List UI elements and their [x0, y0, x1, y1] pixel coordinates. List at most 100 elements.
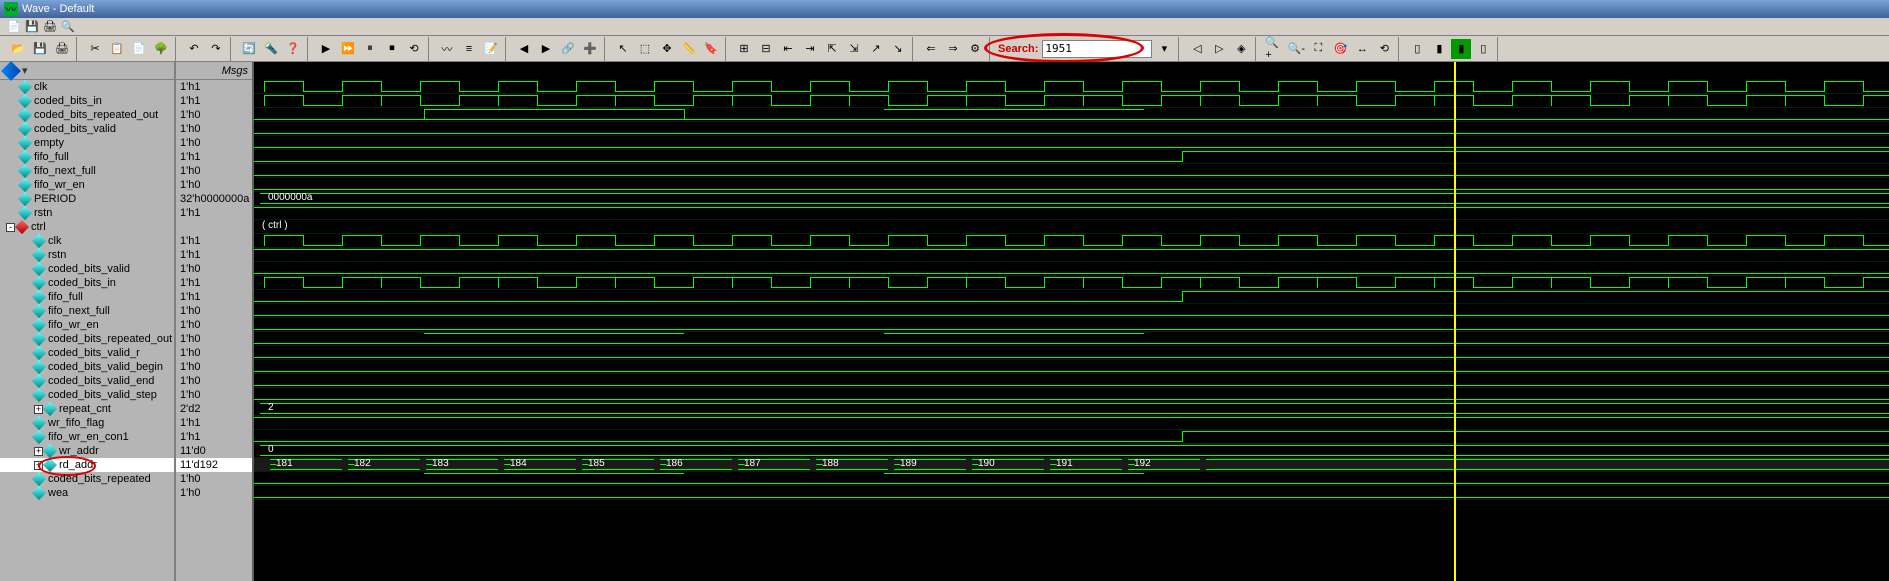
- signal-row-wea[interactable]: wea: [0, 486, 174, 500]
- wave-row-coded_bits_valid[interactable]: [254, 262, 1889, 276]
- jump-next-button[interactable]: ⇒: [943, 39, 963, 59]
- signal-row-rstn[interactable]: rstn: [0, 248, 174, 262]
- wave-row-wea[interactable]: [254, 486, 1889, 500]
- add-log-button[interactable]: 📝: [481, 39, 501, 59]
- signal-row-rstn[interactable]: rstn: [0, 206, 174, 220]
- signal-row-rd_addr[interactable]: +rd_addr: [0, 458, 174, 472]
- wave-row-coded_bits_repeated[interactable]: [254, 472, 1889, 486]
- jump-config-button[interactable]: ⚙: [965, 39, 985, 59]
- wave-row-repeat_cnt[interactable]: 2: [254, 402, 1889, 416]
- wave-row-wr_addr[interactable]: 0: [254, 444, 1889, 458]
- open-button[interactable]: 📂: [8, 39, 28, 59]
- wave-row-coded_bits_valid_step[interactable]: [254, 388, 1889, 402]
- layout-2-button[interactable]: ▮: [1429, 39, 1449, 59]
- jump-prev-button[interactable]: ⇐: [921, 39, 941, 59]
- rising-edge-button[interactable]: ↗: [866, 39, 886, 59]
- signal-row-coded_bits_repeated[interactable]: coded_bits_repeated: [0, 472, 174, 486]
- collapse-button[interactable]: ⊟: [756, 39, 776, 59]
- bookmark-button[interactable]: 🔖: [701, 39, 721, 59]
- wave-rows[interactable]: 0000000a ( ctrl ) 2 01811821831841851861871…: [254, 80, 1889, 500]
- search-dropdown-button[interactable]: ▾: [1154, 39, 1174, 59]
- wave-row-clk[interactable]: [254, 234, 1889, 248]
- wave-row-coded_bits_repeated_out[interactable]: [254, 108, 1889, 122]
- cursor-link-button[interactable]: 🔗: [558, 39, 578, 59]
- paste-button[interactable]: 📄: [129, 39, 149, 59]
- zoom-out-button[interactable]: 🔍-: [1286, 39, 1306, 59]
- signal-row-coded_bits_valid_step[interactable]: coded_bits_valid_step: [0, 388, 174, 402]
- menu-icon-3[interactable]: 🖨: [42, 19, 58, 35]
- falling-edge-button[interactable]: ↘: [888, 39, 908, 59]
- sim-run-button[interactable]: ▶: [316, 39, 336, 59]
- signal-row-fifo_next_full[interactable]: fifo_next_full: [0, 304, 174, 318]
- add-list-button[interactable]: ≡: [459, 39, 479, 59]
- expand-toggle-icon[interactable]: +: [34, 461, 43, 470]
- wave-row-ctrl[interactable]: ( ctrl ): [254, 220, 1889, 234]
- find-prev-button[interactable]: ◁: [1187, 39, 1207, 59]
- signal-row-fifo_full[interactable]: fifo_full: [0, 150, 174, 164]
- zoom-range-button[interactable]: ↔: [1352, 39, 1372, 59]
- prev-edge-button[interactable]: ⇤: [778, 39, 798, 59]
- print-button[interactable]: 🖨: [52, 39, 72, 59]
- signal-row-clk[interactable]: clk: [0, 234, 174, 248]
- signal-row-fifo_next_full[interactable]: fifo_next_full: [0, 164, 174, 178]
- signal-header-dropdown-icon[interactable]: ▾: [22, 64, 28, 77]
- signal-row-coded_bits_in[interactable]: coded_bits_in: [0, 276, 174, 290]
- reload-button[interactable]: 🔄: [239, 39, 259, 59]
- layout-1-button[interactable]: ▯: [1407, 39, 1427, 59]
- layout-4-button[interactable]: ▯: [1473, 39, 1493, 59]
- wave-row-wr_fifo_flag[interactable]: [254, 416, 1889, 430]
- tree-button[interactable]: 🌳: [151, 39, 171, 59]
- wave-row-fifo_next_full[interactable]: [254, 164, 1889, 178]
- wave-row-clk[interactable]: [254, 80, 1889, 94]
- zoom-mode-button[interactable]: ⬚: [635, 39, 655, 59]
- wave-row-coded_bits_in[interactable]: [254, 94, 1889, 108]
- signal-row-fifo_wr_en[interactable]: fifo_wr_en: [0, 178, 174, 192]
- cut-button[interactable]: ✂: [85, 39, 105, 59]
- signal-list[interactable]: clkcoded_bits_incoded_bits_repeated_outc…: [0, 80, 174, 581]
- wave-row-coded_bits_in[interactable]: [254, 276, 1889, 290]
- wave-row-coded_bits_valid_begin[interactable]: [254, 360, 1889, 374]
- msgs-list[interactable]: 1'h11'h11'h01'h01'h01'h11'h01'h032'h0000…: [176, 80, 252, 581]
- signal-row-wr_fifo_flag[interactable]: wr_fifo_flag: [0, 416, 174, 430]
- wave-row-fifo_wr_en[interactable]: [254, 178, 1889, 192]
- find-next-button[interactable]: ▷: [1209, 39, 1229, 59]
- expand-toggle-icon[interactable]: +: [34, 447, 43, 456]
- add-wave-button[interactable]: 〰: [437, 39, 457, 59]
- expand-toggle-icon[interactable]: +: [34, 405, 43, 414]
- first-edge-button[interactable]: ⇱: [822, 39, 842, 59]
- signal-row-coded_bits_repeated_out[interactable]: coded_bits_repeated_out: [0, 108, 174, 122]
- wave-row-coded_bits_valid_end[interactable]: [254, 374, 1889, 388]
- wave-row-PERIOD[interactable]: 0000000a: [254, 192, 1889, 206]
- help-button[interactable]: ❓: [283, 39, 303, 59]
- signal-row-coded_bits_repeated_out[interactable]: coded_bits_repeated_out: [0, 332, 174, 346]
- cursor-add-button[interactable]: ➕: [580, 39, 600, 59]
- wave-pane[interactable]: 0000000a ( ctrl ) 2 01811821831841851861871…: [254, 62, 1889, 581]
- signal-row-fifo_wr_en_con1[interactable]: fifo_wr_en_con1: [0, 430, 174, 444]
- cursor-next-button[interactable]: ▶: [536, 39, 556, 59]
- select-mode-button[interactable]: ↖: [613, 39, 633, 59]
- redo-button[interactable]: ↷: [206, 39, 226, 59]
- wave-row-coded_bits_valid[interactable]: [254, 122, 1889, 136]
- wave-cursor[interactable]: [1454, 62, 1456, 581]
- signal-row-wr_addr[interactable]: +wr_addr: [0, 444, 174, 458]
- pan-mode-button[interactable]: ✥: [657, 39, 677, 59]
- zoom-in-button[interactable]: 🔍+: [1264, 39, 1284, 59]
- sim-stop-button[interactable]: ⏹: [382, 39, 402, 59]
- zoom-full-button[interactable]: ⛶: [1308, 39, 1328, 59]
- layout-3-button[interactable]: ▮: [1451, 39, 1471, 59]
- signal-row-fifo_full[interactable]: fifo_full: [0, 290, 174, 304]
- signal-row-ctrl[interactable]: -ctrl: [0, 220, 174, 234]
- sim-step-button[interactable]: ⏩: [338, 39, 358, 59]
- signal-row-fifo_wr_en[interactable]: fifo_wr_en: [0, 318, 174, 332]
- signal-row-clk[interactable]: clk: [0, 80, 174, 94]
- signal-row-coded_bits_valid_begin[interactable]: coded_bits_valid_begin: [0, 360, 174, 374]
- menu-icon-1[interactable]: 📄: [6, 19, 22, 35]
- wave-row-rd_addr[interactable]: 181182183184185186187188189190191192: [254, 458, 1889, 472]
- cursor-prev-button[interactable]: ◀: [514, 39, 534, 59]
- wave-row-fifo_full[interactable]: [254, 290, 1889, 304]
- signal-row-empty[interactable]: empty: [0, 136, 174, 150]
- find-all-button[interactable]: ◈: [1231, 39, 1251, 59]
- wave-row-rstn[interactable]: [254, 248, 1889, 262]
- copy-button[interactable]: 📋: [107, 39, 127, 59]
- signal-row-coded_bits_valid[interactable]: coded_bits_valid: [0, 122, 174, 136]
